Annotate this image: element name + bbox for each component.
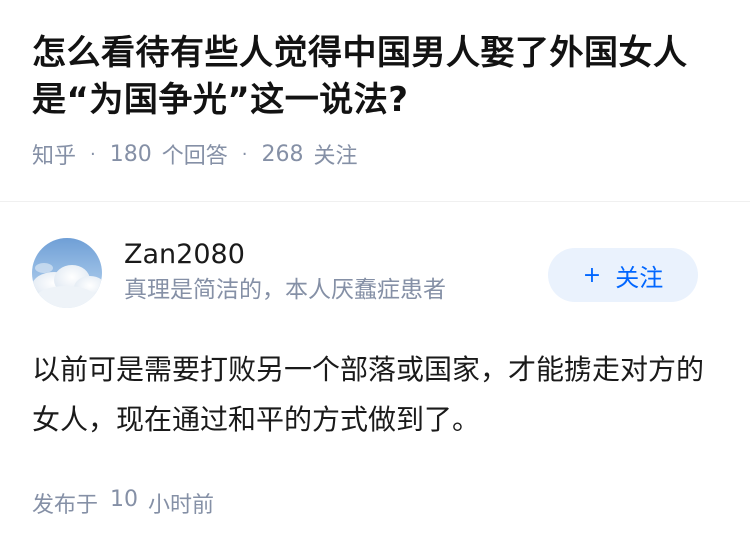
question-meta: 知乎 · 180 个回答 · 268 关注 (32, 138, 718, 170)
author-info: Zan2080 真理是简洁的，本人厌蠢症患者 (124, 237, 446, 307)
author-name[interactable]: Zan2080 (124, 237, 446, 273)
meta-separator: · (241, 143, 248, 165)
post-time-unit: 小时前 (148, 493, 215, 518)
follower-count-label: 关注 (313, 144, 358, 169)
follow-button[interactable]: + 关注 (548, 248, 698, 302)
plus-icon: + (582, 262, 602, 288)
post-time: 发布于 10 小时前 (32, 487, 718, 519)
answer-content: 以前可是需要打败另一个部落或国家，才能掳走对方的女人，现在通过和平的方式做到了。 (32, 353, 705, 436)
post-time-prefix: 发布于 (32, 493, 99, 518)
author-bio: 真理是简洁的，本人厌蠢症患者 (124, 277, 446, 303)
answer-count-label: 个回答 (161, 144, 228, 169)
follower-count: 268 (261, 141, 304, 167)
answer-card: Zan2080 真理是简洁的，本人厌蠢症患者 + 关注 以前可是需要打败另一个部… (0, 202, 750, 519)
question-title[interactable]: 怎么看待有些人觉得中国男人娶了外国女人是“为国争光”这一说法? (32, 30, 718, 124)
answer-count: 180 (109, 141, 152, 167)
source-label: 知乎 (32, 144, 77, 169)
follow-button-label: 关注 (615, 263, 664, 292)
question-header: 怎么看待有些人觉得中国男人娶了外国女人是“为国争光”这一说法? 知乎 · 180… (0, 0, 750, 171)
sky-clouds-avatar-icon (32, 238, 102, 308)
meta-separator: · (90, 143, 96, 165)
avatar[interactable] (32, 238, 102, 308)
author-row: Zan2080 真理是简洁的，本人厌蠢症患者 + 关注 (32, 202, 718, 312)
post-time-value: 10 (110, 487, 139, 512)
